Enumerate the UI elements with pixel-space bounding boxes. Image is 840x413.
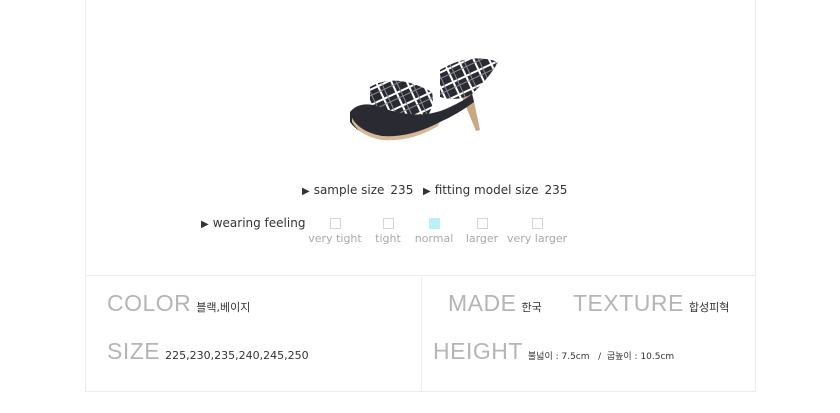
triangle-icon: ▶ <box>302 186 310 197</box>
color-field: COLOR 블랙,베이지 <box>107 290 250 317</box>
sample-size-label: sample size <box>313 183 385 197</box>
feeling-option-label: very tight <box>308 232 362 245</box>
feeling-option-label: larger <box>465 232 499 245</box>
height-title: HEIGHT <box>433 338 523 364</box>
height-field: HEIGHT 불넓이 : 7.5cm / 굽높이 : 10.5cm <box>433 338 674 365</box>
texture-value: 합성피혁 <box>688 301 730 314</box>
fitting-model-label: fitting model size <box>434 183 539 197</box>
feeling-option-normal[interactable]: normal <box>414 218 454 245</box>
color-title: COLOR <box>107 290 192 316</box>
feeling-option-label: normal <box>414 232 454 245</box>
feeling-option-larger[interactable]: larger <box>464 218 500 245</box>
size-value: 225,230,235,240,245,250 <box>165 349 309 362</box>
fitting-model-size: ▶ fitting model size 235 <box>423 183 567 197</box>
triangle-icon: ▶ <box>201 219 209 230</box>
fitting-model-value: 235 <box>544 183 568 197</box>
sample-size: ▶ sample size 235 <box>302 183 413 197</box>
texture-field: TEXTURE 합성피혁 <box>573 290 729 317</box>
feeling-checkbox[interactable] <box>382 218 394 229</box>
feeling-checkbox[interactable] <box>531 218 543 229</box>
made-title: MADE <box>448 290 517 316</box>
size-title: SIZE <box>107 338 161 364</box>
texture-title: TEXTURE <box>573 290 684 316</box>
feeling-option-tight[interactable]: tight <box>372 218 404 245</box>
feeling-option-very-tight[interactable]: very tight <box>307 218 363 245</box>
sample-size-value: 235 <box>390 183 414 197</box>
product-image-sandal-icon <box>350 58 498 141</box>
triangle-icon: ▶ <box>423 186 431 197</box>
color-value: 블랙,베이지 <box>196 301 251 314</box>
feeling-checkbox[interactable] <box>476 218 488 229</box>
feeling-option-very-larger[interactable]: very larger <box>507 218 567 245</box>
feeling-checkbox[interactable] <box>329 218 341 229</box>
made-value: 한국 <box>521 301 542 314</box>
wearing-feeling-label: ▶ wearing feeling <box>201 216 305 230</box>
made-field: MADE 한국 <box>448 290 542 317</box>
feeling-checkbox-selected[interactable] <box>428 218 440 229</box>
feeling-option-label: tight <box>375 232 401 245</box>
wearing-feeling-text: wearing feeling <box>212 216 306 230</box>
column-divider <box>421 276 422 392</box>
feeling-option-label: very larger <box>507 232 568 245</box>
size-field: SIZE 225,230,235,240,245,250 <box>107 338 309 365</box>
height-value: 불넓이 : 7.5cm / 굽높이 : 10.5cm <box>527 352 675 362</box>
